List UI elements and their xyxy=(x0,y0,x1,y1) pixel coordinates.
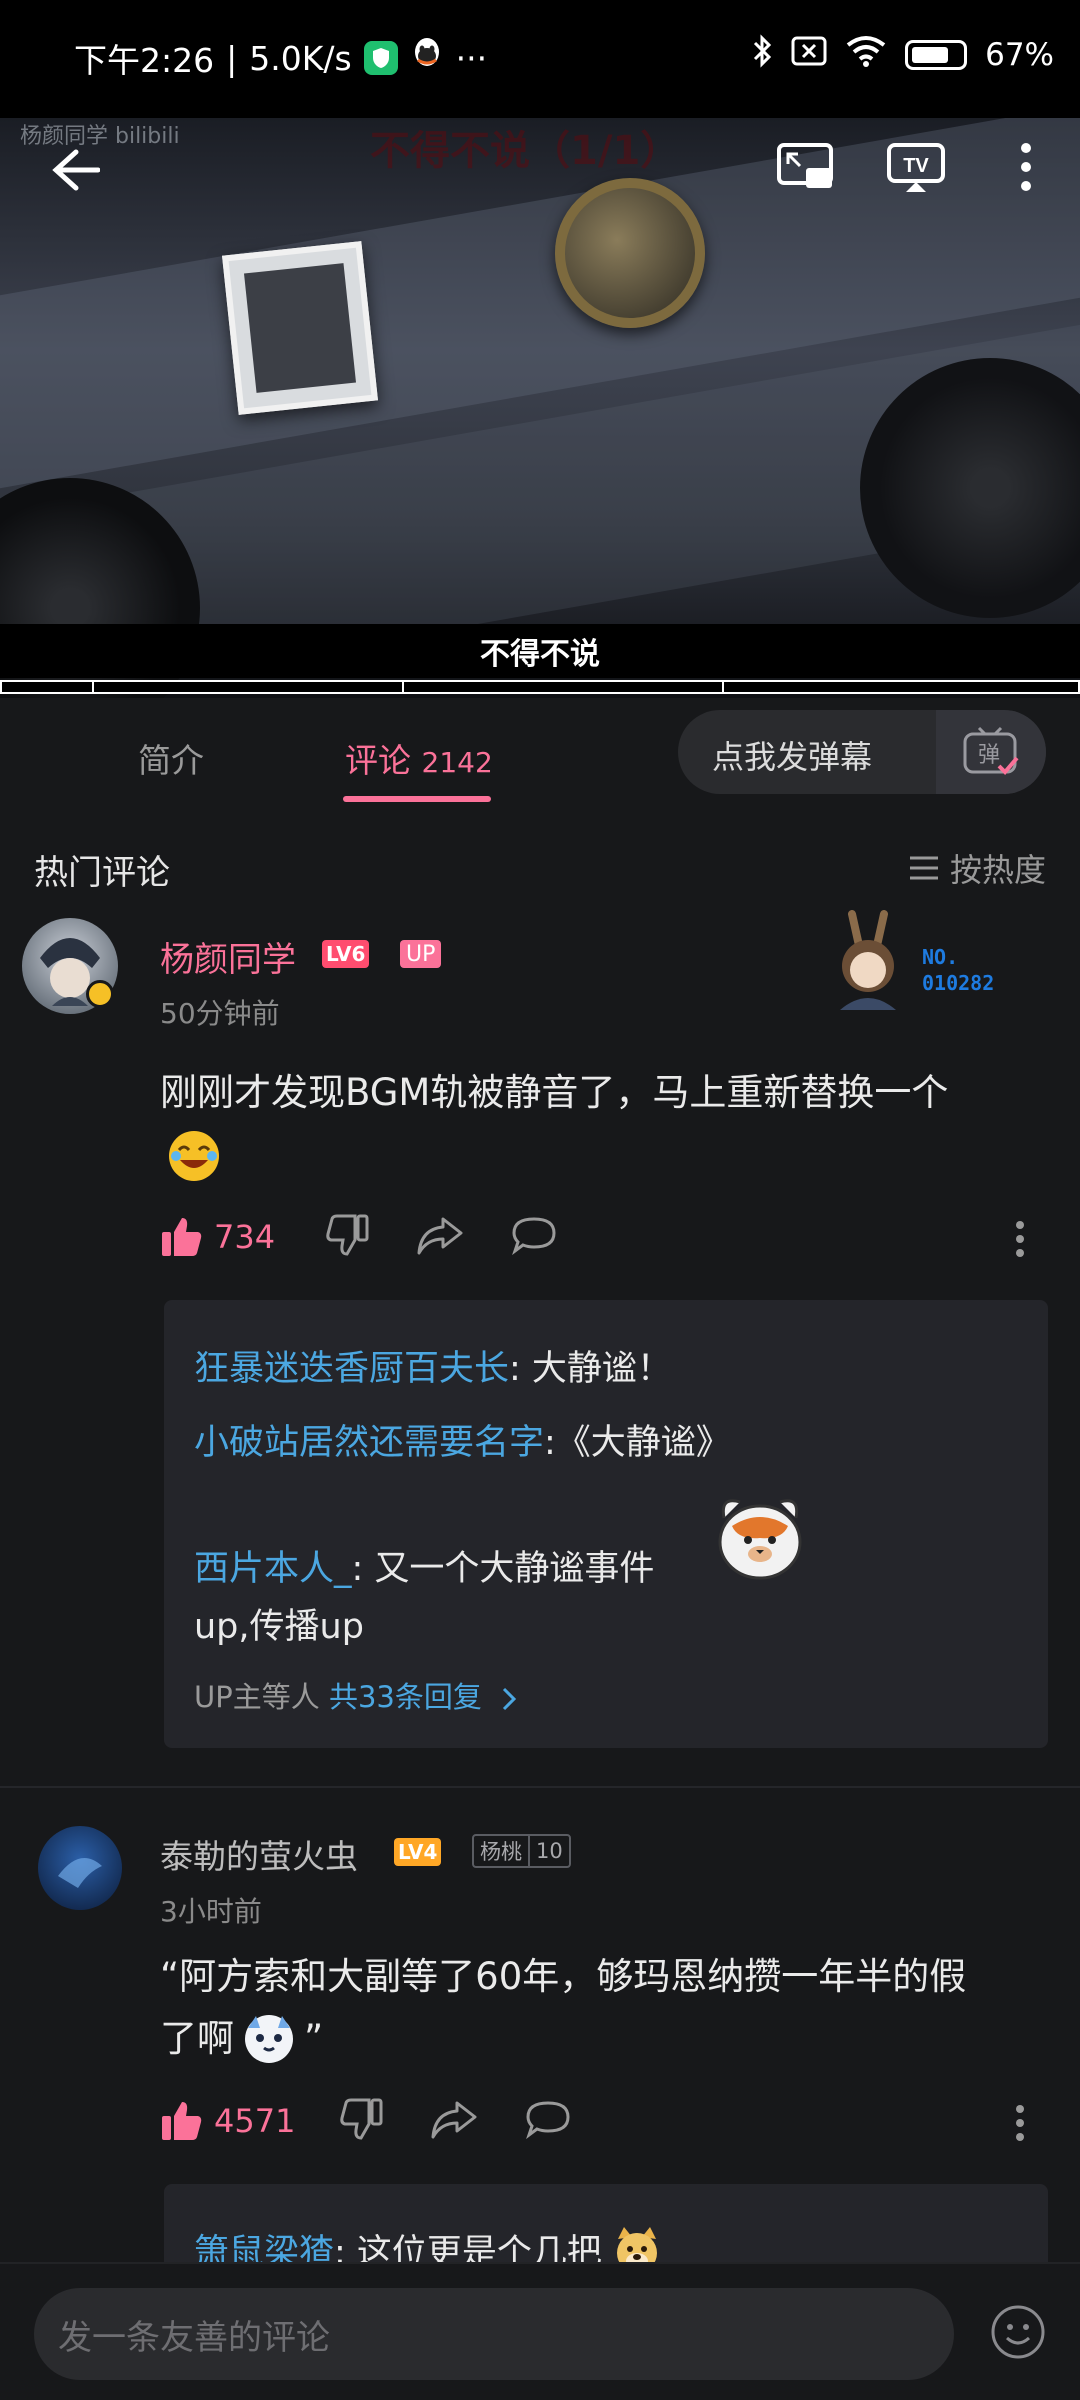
sim-off-icon xyxy=(791,36,827,74)
sort-list-icon xyxy=(909,856,938,880)
tv-cast-icon[interactable]: TV xyxy=(886,142,946,198)
danmu-input-label: 点我发弹幕 xyxy=(712,738,873,776)
reply-footer[interactable]: UP主等人 共33条回复 xyxy=(194,1674,519,1716)
status-bar: 下午2:26 | 5.0K/s ··· 67% xyxy=(0,0,1080,118)
video-frame-compass xyxy=(555,178,705,328)
video-title-overlay: 不得不说（1/1） xyxy=(370,128,681,174)
wifi-icon xyxy=(845,35,887,75)
status-more: ··· xyxy=(455,38,488,78)
level-badge: LV4 xyxy=(394,1838,442,1866)
fan-medal-badge: 杨桃 10 xyxy=(472,1834,571,1868)
avatar[interactable] xyxy=(38,1826,122,1910)
comment-bubble-icon xyxy=(512,1217,556,1256)
tiger-sticker-icon xyxy=(712,1488,808,1588)
thumbs-up-icon xyxy=(162,1218,202,1256)
comment-more-icon[interactable] xyxy=(1015,2104,1025,2146)
reply-username[interactable]: 狂暴迷迭香厨百夫长 xyxy=(194,1349,509,1389)
tab-active-indicator xyxy=(343,796,491,802)
share-icon xyxy=(417,1217,463,1255)
danmu-toggle-button[interactable]: 弹 xyxy=(936,710,1046,794)
comment-bubble-icon xyxy=(526,2101,570,2140)
decoration-card-icon[interactable] xyxy=(818,910,918,1014)
more-vertical-icon[interactable] xyxy=(1020,142,1032,196)
video-subtitle: 不得不说 xyxy=(0,624,1080,678)
reply-footer-prefix: UP主等人 xyxy=(194,1680,320,1714)
fan-medal-name: 杨桃 xyxy=(480,1840,522,1864)
comment-time: 3小时前 xyxy=(160,1895,262,1928)
network-speed: 5.0K/s xyxy=(249,38,352,78)
share-button[interactable] xyxy=(431,2099,477,2143)
reply-item[interactable]: 狂暴迷迭香厨百夫长: 大静谧！ xyxy=(194,1340,672,1391)
thumbs-up-icon xyxy=(162,2102,202,2140)
danmu-icon: 弹 xyxy=(963,726,1019,775)
reply-continuation: up,传播up xyxy=(194,1607,364,1647)
tab-comments-count: 2142 xyxy=(421,746,493,779)
tab-comments-label: 评论 xyxy=(345,741,411,780)
comment-username[interactable]: 杨颜同学 xyxy=(160,932,296,981)
comment-input[interactable]: 发一条友善的评论 xyxy=(34,2288,954,2380)
tab-intro[interactable]: 简介 xyxy=(138,734,204,782)
decoration-number: NO. 010282 xyxy=(922,945,995,995)
comment-actions: 734 xyxy=(160,1214,557,1260)
sort-button[interactable]: 按热度 xyxy=(908,845,1046,891)
like-count: 734 xyxy=(214,1218,276,1256)
dislike-button[interactable] xyxy=(339,2098,383,2144)
reply-text: : 大静谧！ xyxy=(509,1349,672,1389)
reply-username[interactable]: 西片本人_ xyxy=(194,1549,352,1589)
sort-label: 按热度 xyxy=(949,851,1046,889)
reply-item[interactable]: 西片本人_: 又一个大静谧事件 xyxy=(194,1540,654,1591)
video-watermark: 杨颜同学 bilibili xyxy=(20,124,180,149)
svg-text:弹: 弹 xyxy=(978,743,1000,768)
level-badge: LV6 xyxy=(322,940,370,968)
up-tag: UP xyxy=(400,940,442,968)
security-app-icon xyxy=(363,41,398,75)
like-count: 4571 xyxy=(214,2102,296,2140)
hot-comments-title: 热门评论 xyxy=(34,853,170,893)
dislike-button[interactable] xyxy=(325,1214,369,1260)
share-icon xyxy=(431,2101,477,2139)
battery-icon xyxy=(905,40,968,70)
svg-text:TV: TV xyxy=(903,155,929,177)
like-button[interactable]: 734 xyxy=(160,1216,275,1258)
pip-icon[interactable] xyxy=(776,142,834,196)
reply-preview-box[interactable]: 狂暴迷迭香厨百夫长: 大静谧！ 小破站居然还需要名字:《大静谧》 西片本人_: … xyxy=(164,1300,1048,1748)
reply-button[interactable] xyxy=(525,2099,571,2143)
comment-content[interactable]: “阿方索和大副等了60年，够玛恩纳攒一年半的假 了啊 ” xyxy=(160,1946,1060,2070)
smiley-icon xyxy=(991,2305,1045,2359)
video-frame-card xyxy=(222,241,378,415)
comment-more-icon[interactable] xyxy=(1015,1220,1025,1262)
reply-username[interactable]: 小破站居然还需要名字 xyxy=(194,1423,544,1463)
reply-text: :《大静谧》 xyxy=(544,1423,731,1463)
fan-medal-level: 10 xyxy=(528,1836,569,1866)
comment-actions: 4571 xyxy=(160,2098,571,2144)
comment-content[interactable]: 刚刚才发现BGM轨被静音了，马上重新替换一个 xyxy=(160,1062,1040,1124)
thumbs-down-icon xyxy=(340,2098,383,2140)
reply-text: : 又一个大静谧事件 xyxy=(351,1549,655,1589)
bluetooth-icon xyxy=(751,34,773,76)
emoji-button[interactable] xyxy=(990,2304,1046,2364)
qq-icon xyxy=(410,36,444,80)
cute-face-emoji-icon xyxy=(242,2012,296,2066)
battery-percent: 67% xyxy=(985,37,1054,73)
reply-item[interactable]: 小破站居然还需要名字:《大静谧》 xyxy=(194,1414,731,1465)
reply-button[interactable] xyxy=(511,1215,557,1259)
comment-input-bar: 发一条友善的评论 xyxy=(0,2262,1080,2400)
like-button[interactable]: 4571 xyxy=(160,2100,295,2142)
share-button[interactable] xyxy=(417,1215,463,1259)
status-time: 下午2:26 xyxy=(74,41,215,80)
back-arrow-icon[interactable] xyxy=(52,148,101,196)
reply-total-link[interactable]: 共33条回复 xyxy=(329,1680,482,1714)
thumbs-down-icon xyxy=(326,1214,369,1256)
video-player[interactable]: 杨颜同学 bilibili 不得不说（1/1） TV xyxy=(0,118,1080,698)
laugh-cry-emoji-icon xyxy=(166,1128,222,1188)
reply-preview-box[interactable]: 箫鼠梁猹: 这位更是个几把 xyxy=(164,2184,1048,2273)
tab-comments[interactable]: 评论 2142 xyxy=(345,734,493,782)
chevron-right-icon xyxy=(503,1687,517,1711)
comment-divider xyxy=(0,1786,1080,1788)
comment-time: 50分钟前 xyxy=(160,997,280,1030)
verified-badge-icon xyxy=(86,980,114,1008)
comment-username[interactable]: 泰勒的萤火虫 xyxy=(160,1830,358,1878)
danmu-input-pill[interactable]: 点我发弹幕 弹 xyxy=(678,710,1046,794)
chapter-progress-bar[interactable] xyxy=(0,680,1080,694)
